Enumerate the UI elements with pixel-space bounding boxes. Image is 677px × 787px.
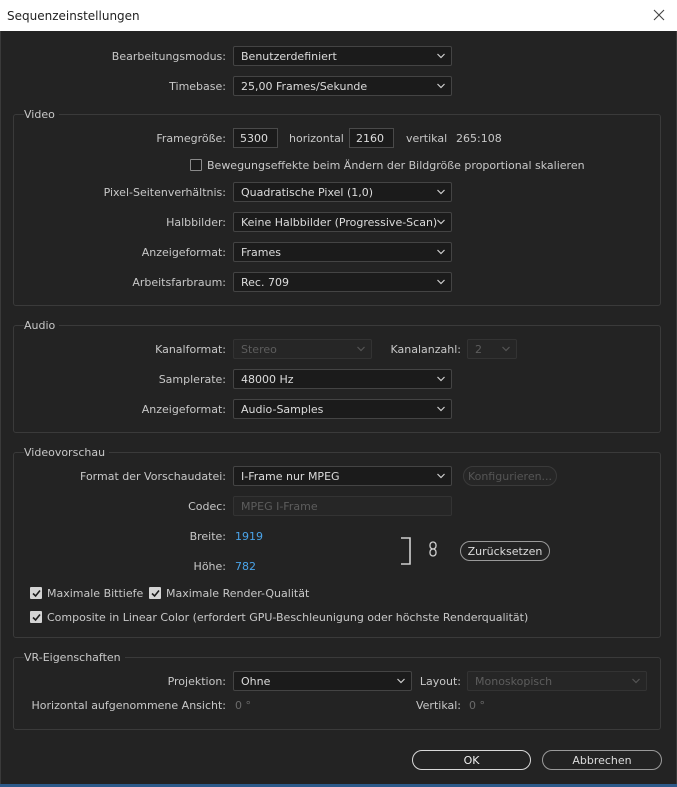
max-render-quality-checkbox[interactable]	[149, 587, 161, 599]
pixel-aspect-select[interactable]: Quadratische Pixel (1,0)	[233, 182, 452, 202]
vertical-view-value: 0 °	[469, 699, 485, 712]
chevron-down-icon	[397, 678, 405, 684]
sample-rate-select[interactable]: 48000 Hz	[233, 369, 452, 389]
codec-select: MPEG I-Frame	[233, 496, 452, 516]
checkmark-icon	[32, 590, 41, 598]
preview-height-label: Höhe:	[193, 560, 226, 573]
chevron-down-icon	[437, 83, 445, 89]
channel-count-value: 2	[475, 343, 482, 356]
fields-value: Keine Halbbilder (Progressive-Scan)	[241, 216, 438, 229]
layout-value: Monoskopisch	[475, 675, 553, 688]
vertical-view-label: Vertikal:	[415, 699, 461, 712]
audio-section-title: Audio	[24, 319, 60, 332]
channel-format-select: Stereo	[233, 339, 372, 359]
chevron-down-icon	[437, 473, 445, 479]
sample-rate-label: Samplerate:	[158, 373, 226, 386]
linear-color-label: Composite in Linear Color (erfordert GPU…	[47, 611, 529, 624]
projection-label: Projektion:	[167, 675, 226, 688]
codec-value: MPEG I-Frame	[241, 500, 318, 513]
audio-display-format-label: Anzeigeformat:	[141, 403, 226, 416]
fields-label: Halbbilder:	[166, 216, 226, 229]
preview-height-value[interactable]: 782	[235, 560, 256, 573]
video-display-format-label: Anzeigeformat:	[141, 246, 226, 259]
chevron-down-icon	[437, 249, 445, 255]
working-color-value: Rec. 709	[241, 276, 289, 289]
chevron-down-icon	[437, 53, 445, 59]
horizontal-label: horizontal	[289, 132, 344, 145]
chevron-down-icon	[632, 678, 640, 684]
checkmark-icon	[151, 590, 160, 598]
channel-format-label: Kanalformat:	[155, 343, 226, 356]
audio-display-format-select[interactable]: Audio-Samples	[233, 399, 452, 419]
video-section-title: Video	[24, 108, 59, 121]
timebase-label: Timebase:	[169, 80, 226, 93]
timebase-value: 25,00 Frames/Sekunde	[241, 80, 368, 93]
chevron-down-icon	[357, 346, 365, 352]
chevron-down-icon	[437, 279, 445, 285]
aspect-ratio-readout: 265:108	[456, 132, 502, 145]
projection-value: Ohne	[241, 675, 271, 688]
frame-size-label: Framegröße:	[156, 132, 226, 145]
linear-color-checkbox[interactable]	[30, 611, 42, 623]
chevron-down-icon	[437, 406, 445, 412]
vertical-label: vertikal	[406, 132, 448, 145]
reset-button[interactable]: Zurücksetzen	[460, 541, 550, 561]
chevron-down-icon	[437, 189, 445, 195]
max-render-quality-label: Maximale Render-Qualität	[166, 587, 310, 600]
channel-format-value: Stereo	[241, 343, 277, 356]
channel-count-label: Kanalanzahl:	[390, 343, 462, 356]
ok-button[interactable]: OK	[412, 750, 531, 770]
vr-section-title: VR-Eigenschaften	[24, 651, 125, 664]
working-color-select[interactable]: Rec. 709	[233, 272, 452, 292]
scale-proportional-checkbox[interactable]	[190, 159, 202, 171]
horizontal-view-label: Horizontal aufgenommene Ansicht:	[31, 699, 226, 712]
preview-width-label: Breite:	[189, 530, 226, 543]
preview-width-value[interactable]: 1919	[235, 530, 263, 543]
editing-mode-label: Bearbeitungsmodus:	[111, 50, 226, 63]
horizontal-view-value: 0 °	[235, 699, 251, 712]
chevron-down-icon	[437, 219, 445, 225]
scale-proportional-label: Bewegungseffekte beim Ändern der Bildgrö…	[207, 159, 585, 172]
video-display-format-select[interactable]: Frames	[233, 242, 452, 262]
frame-width-input[interactable]: 5300	[233, 128, 278, 148]
working-color-label: Arbeitsfarbraum:	[132, 276, 226, 289]
audio-display-format-value: Audio-Samples	[241, 403, 324, 416]
editing-mode-value: Benutzerdefiniert	[241, 50, 337, 63]
sample-rate-value: 48000 Hz	[241, 373, 294, 386]
cancel-button[interactable]: Abbrechen	[542, 750, 662, 770]
close-icon[interactable]	[651, 7, 667, 23]
chevron-down-icon	[502, 346, 510, 352]
title-bar: Sequenzeinstellungen	[0, 0, 677, 31]
editing-mode-select[interactable]: Benutzerdefiniert	[233, 46, 452, 66]
timebase-select[interactable]: 25,00 Frames/Sekunde	[233, 76, 452, 96]
preview-section-title: Videovorschau	[24, 446, 110, 459]
channel-count-select: 2	[467, 339, 517, 359]
frame-height-input[interactable]: 2160	[349, 128, 394, 148]
preview-format-label: Format der Vorschaudatei:	[80, 470, 226, 483]
video-display-format-value: Frames	[241, 246, 282, 259]
vr-group	[13, 657, 661, 730]
configure-button: Konfigurieren...	[463, 466, 557, 486]
layout-select: Monoskopisch	[467, 671, 647, 691]
max-bit-depth-checkbox[interactable]	[30, 587, 42, 599]
link-bracket-icon	[401, 537, 411, 565]
projection-select[interactable]: Ohne	[233, 671, 412, 691]
pixel-aspect-label: Pixel-Seitenverhältnis:	[103, 186, 226, 199]
preview-format-value: I-Frame nur MPEG	[241, 470, 340, 483]
pixel-aspect-value: Quadratische Pixel (1,0)	[241, 186, 374, 199]
codec-label: Codec:	[188, 500, 226, 513]
max-bit-depth-label: Maximale Bittiefe	[47, 587, 144, 600]
chevron-down-icon	[437, 376, 445, 382]
window-title: Sequenzeinstellungen	[7, 9, 140, 23]
layout-label: Layout:	[419, 675, 461, 688]
link-chain-icon[interactable]	[428, 541, 438, 557]
preview-format-select[interactable]: I-Frame nur MPEG	[233, 466, 452, 486]
fields-select[interactable]: Keine Halbbilder (Progressive-Scan)	[233, 212, 452, 232]
checkmark-icon	[32, 614, 41, 622]
